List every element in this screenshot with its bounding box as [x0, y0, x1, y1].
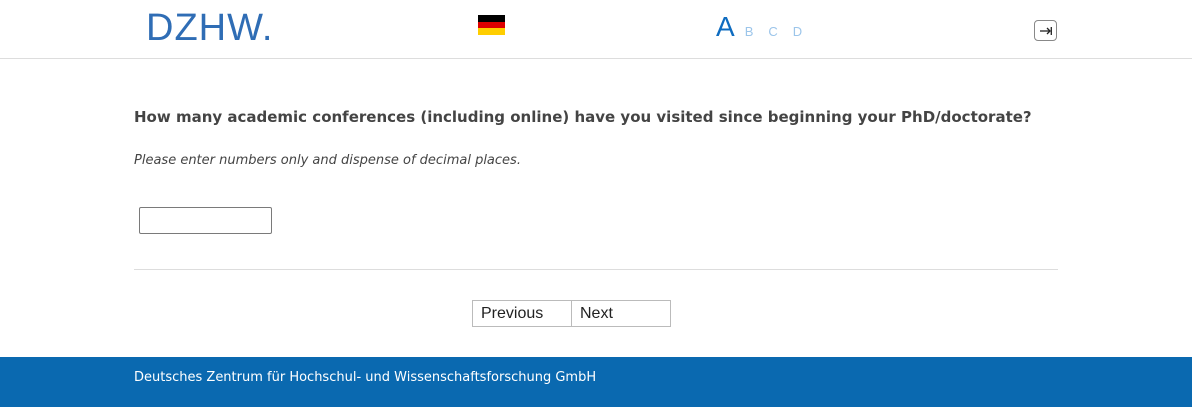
instruction-text: Please enter numbers only and dispense o… [134, 153, 521, 168]
dzhw-logo[interactable]: DZHW. [146, 9, 273, 47]
version-c[interactable]: C [768, 24, 777, 39]
logo-text: DZHW. [146, 7, 274, 49]
conference-count-input[interactable] [139, 207, 272, 234]
version-b[interactable]: B [745, 24, 754, 39]
next-button[interactable]: Next [572, 300, 671, 327]
footer: Deutsches Zentrum für Hochschul- und Wis… [0, 357, 1192, 407]
footer-text: Deutsches Zentrum für Hochschul- und Wis… [134, 370, 597, 385]
version-selector: A B C D [716, 10, 817, 44]
version-d[interactable]: D [793, 24, 802, 39]
header: DZHW. A B C D [0, 0, 1192, 59]
navigation-buttons: Previous Next [472, 300, 671, 327]
flag-stripe-red [478, 21, 505, 29]
flag-stripe-black [478, 15, 505, 22]
previous-button[interactable]: Previous [472, 300, 572, 327]
flag-stripe-gold [478, 28, 505, 36]
divider [134, 269, 1058, 270]
logout-button[interactable] [1034, 20, 1057, 41]
version-a[interactable]: A [716, 10, 735, 44]
logout-icon [1040, 27, 1052, 35]
german-flag-icon[interactable] [478, 15, 505, 36]
question-text: How many academic conferences (including… [134, 108, 1032, 126]
